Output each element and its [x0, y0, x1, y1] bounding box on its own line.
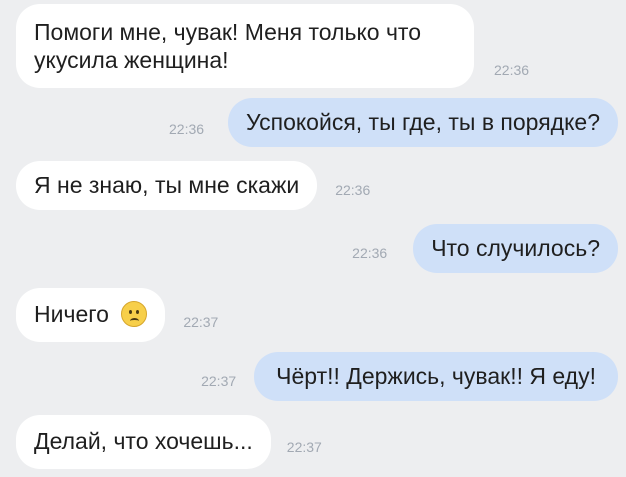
message-row-incoming: Помоги мне, чувак! Меня только что укуси… — [16, 4, 529, 88]
message-row-outgoing: 22:37 Чёрт!! Держись, чувак!! Я еду! — [201, 352, 618, 401]
message-text: Делай, что хочешь... — [34, 428, 253, 454]
message-row-incoming: Я не знаю, ты мне скажи 22:36 — [16, 161, 370, 210]
message-bubble[interactable]: Ничего — [16, 288, 166, 342]
message-text: Ничего — [34, 301, 109, 327]
message-time: 22:37 — [183, 314, 219, 330]
message-bubble[interactable]: Успокойся, ты где, ты в порядке? — [228, 98, 618, 147]
message-text: Успокойся, ты где, ты в порядке? — [246, 109, 600, 135]
message-row-outgoing: 22:36 Успокойся, ты где, ты в порядке? — [169, 98, 618, 147]
message-time: 22:36 — [335, 182, 371, 198]
message-time: 22:37 — [201, 373, 237, 389]
message-bubble[interactable]: Что случилось? — [413, 224, 618, 273]
message-row-incoming: Ничего 22:37 — [16, 288, 218, 342]
message-text: Я не знаю, ты мне скажи — [34, 172, 300, 198]
message-bubble[interactable]: Помоги мне, чувак! Меня только что укуси… — [16, 4, 474, 88]
message-bubble[interactable]: Чёрт!! Держись, чувак!! Я еду! — [254, 352, 618, 401]
confused-face-emoji-icon — [121, 301, 148, 327]
message-row-outgoing: 22:36 Что случилось? — [352, 224, 618, 273]
message-text: Чёрт!! Держись, чувак!! Я еду! — [276, 363, 596, 389]
message-time: 22:37 — [286, 439, 322, 455]
message-text: Что случилось? — [431, 235, 600, 261]
message-bubble[interactable]: Делай, что хочешь... — [16, 415, 271, 469]
message-text: Помоги мне, чувак! Меня только что укуси… — [34, 19, 421, 73]
message-bubble[interactable]: Я не знаю, ты мне скажи — [16, 161, 318, 210]
message-time: 22:36 — [352, 245, 388, 261]
message-time: 22:36 — [169, 121, 205, 137]
message-time: 22:36 — [494, 62, 530, 78]
message-row-incoming: Делай, что хочешь... 22:37 — [16, 415, 322, 469]
